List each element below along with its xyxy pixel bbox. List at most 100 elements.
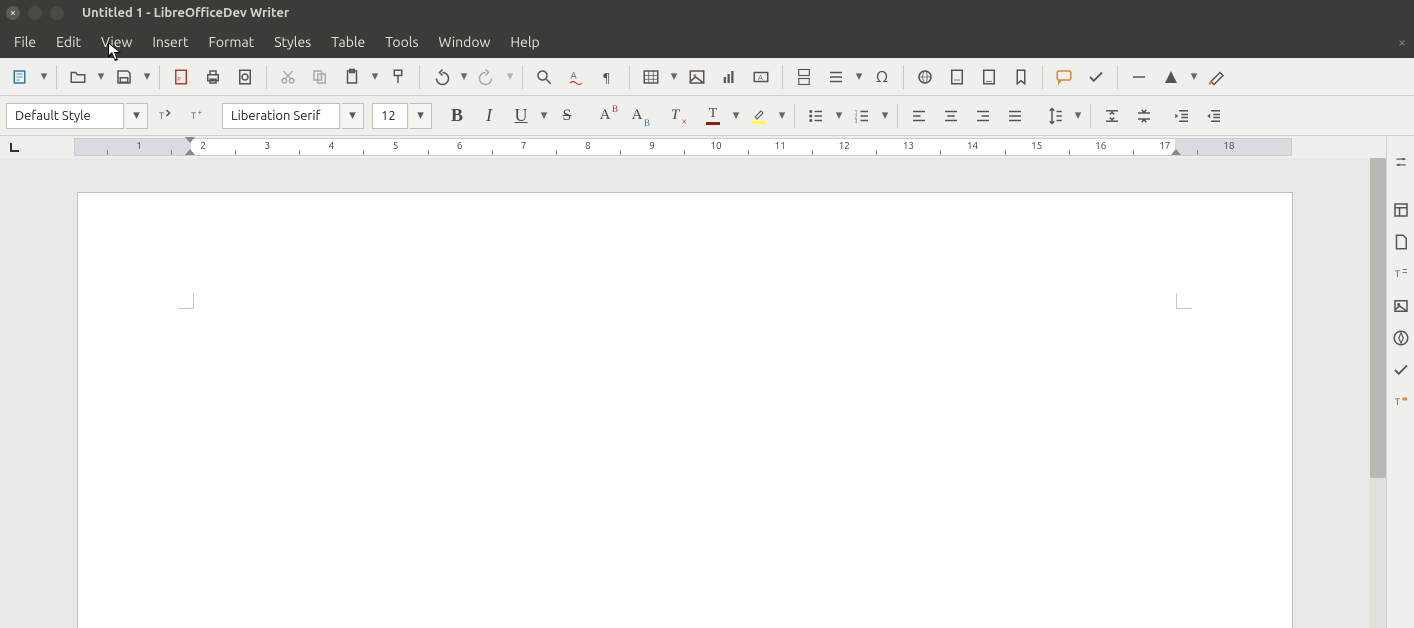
insert-table-dropdown[interactable]: ▾ (668, 69, 680, 84)
spellcheck-button[interactable]: A (561, 63, 591, 91)
insert-table-button[interactable] (636, 63, 666, 91)
scrollbar-thumb[interactable] (1370, 158, 1386, 478)
insert-line-button[interactable] (1124, 63, 1154, 91)
align-justify-button[interactable] (1000, 102, 1030, 130)
highlight-color-dropdown[interactable]: ▾ (776, 108, 788, 123)
insert-bookmark-button[interactable] (1006, 63, 1036, 91)
align-right-button[interactable] (968, 102, 998, 130)
sidebar-styles-button[interactable]: T (1389, 262, 1413, 286)
sidebar-gallery-button[interactable] (1389, 294, 1413, 318)
document-workspace[interactable] (0, 158, 1370, 628)
sidebar-design-button[interactable]: T (1389, 390, 1413, 414)
window-maximize-button[interactable] (50, 6, 64, 20)
basic-shapes-dropdown[interactable]: ▾ (1188, 69, 1200, 84)
close-document-button[interactable]: × (1398, 34, 1406, 50)
show-draw-functions-button[interactable] (1202, 63, 1232, 91)
line-spacing-button[interactable] (1040, 102, 1070, 130)
find-replace-button[interactable] (529, 63, 559, 91)
decrease-indent-button[interactable] (1199, 102, 1229, 130)
menu-styles[interactable]: Styles (264, 28, 321, 56)
basic-shapes-button[interactable] (1156, 63, 1186, 91)
align-center-button[interactable] (936, 102, 966, 130)
strikethrough-button[interactable]: S (552, 102, 582, 130)
horizontal-ruler[interactable]: 123456789101112131415161718 (74, 138, 1292, 156)
subscript-button[interactable]: AB (622, 102, 652, 130)
menu-window[interactable]: Window (429, 28, 501, 56)
insert-hyperlink-button[interactable] (910, 63, 940, 91)
font-name-combo[interactable]: Liberation Serif (222, 103, 340, 129)
formatting-marks-button[interactable]: ¶ (593, 63, 623, 91)
font-size-combo[interactable]: 12 (372, 103, 408, 129)
menu-table[interactable]: Table (321, 28, 375, 56)
menu-edit[interactable]: Edit (46, 28, 91, 56)
sidebar-settings-button[interactable] (1389, 150, 1413, 174)
font-name-dropdown[interactable]: ▾ (342, 103, 364, 129)
insert-textbox-button[interactable]: A (746, 63, 776, 91)
redo-dropdown[interactable]: ▾ (504, 69, 516, 84)
save-dropdown[interactable]: ▾ (141, 69, 153, 84)
italic-button[interactable]: I (474, 102, 504, 130)
increase-para-spacing-button[interactable] (1097, 102, 1127, 130)
menu-format[interactable]: Format (199, 28, 265, 56)
font-color-button[interactable]: T (698, 102, 728, 130)
underline-button[interactable]: U (506, 102, 536, 130)
redo-button[interactable] (472, 63, 502, 91)
underline-dropdown[interactable]: ▾ (538, 108, 550, 123)
undo-dropdown[interactable]: ▾ (458, 69, 470, 84)
new-document-button[interactable] (6, 63, 36, 91)
insert-special-char-button[interactable]: Ω (867, 63, 897, 91)
font-color-dropdown[interactable]: ▾ (730, 108, 742, 123)
open-dropdown[interactable]: ▾ (95, 69, 107, 84)
clear-formatting-button[interactable]: T× (660, 102, 690, 130)
insert-comment-button[interactable] (1049, 63, 1079, 91)
insert-endnote-button[interactable] (974, 63, 1004, 91)
bullet-list-dropdown[interactable]: ▾ (833, 108, 845, 123)
save-button[interactable] (109, 63, 139, 91)
sidebar-properties-button[interactable] (1389, 198, 1413, 222)
bold-button[interactable]: B (442, 102, 472, 130)
menu-help[interactable]: Help (500, 28, 549, 56)
insert-page-break-button[interactable] (789, 63, 819, 91)
window-close-button[interactable]: × (6, 6, 20, 20)
cut-button[interactable] (273, 63, 303, 91)
paragraph-style-dropdown[interactable]: ▾ (126, 103, 148, 129)
document-page[interactable] (77, 192, 1293, 628)
paste-dropdown[interactable]: ▾ (369, 69, 381, 84)
tab-stop-type-button[interactable] (8, 140, 22, 154)
window-minimize-button[interactable] (28, 6, 42, 20)
superscript-button[interactable]: AB (590, 102, 620, 130)
bullet-list-button[interactable] (801, 102, 831, 130)
menu-view[interactable]: View (91, 28, 142, 56)
align-left-button[interactable] (904, 102, 934, 130)
numbered-list-dropdown[interactable]: ▾ (879, 108, 891, 123)
new-document-dropdown[interactable]: ▾ (38, 69, 50, 84)
decrease-para-spacing-button[interactable] (1129, 102, 1159, 130)
insert-field-button[interactable] (821, 63, 851, 91)
undo-button[interactable] (426, 63, 456, 91)
open-button[interactable] (63, 63, 93, 91)
paragraph-style-combo[interactable]: Default Style (6, 103, 124, 129)
vertical-scrollbar[interactable] (1370, 158, 1386, 628)
increase-indent-button[interactable] (1167, 102, 1197, 130)
font-size-dropdown[interactable]: ▾ (410, 103, 432, 129)
paste-button[interactable] (337, 63, 367, 91)
export-pdf-button[interactable]: P (166, 63, 196, 91)
insert-chart-button[interactable] (714, 63, 744, 91)
insert-image-button[interactable] (682, 63, 712, 91)
menu-insert[interactable]: Insert (142, 28, 198, 56)
print-button[interactable] (198, 63, 228, 91)
numbered-list-button[interactable]: 123 (847, 102, 877, 130)
new-style-button[interactable]: T+ (182, 102, 212, 130)
first-line-indent-marker[interactable] (185, 137, 195, 147)
menu-tools[interactable]: Tools (375, 28, 428, 56)
sidebar-page-button[interactable] (1389, 230, 1413, 254)
print-preview-button[interactable] (230, 63, 260, 91)
update-style-button[interactable]: T (150, 102, 180, 130)
highlight-color-button[interactable] (744, 102, 774, 130)
sidebar-navigator-button[interactable] (1389, 326, 1413, 350)
copy-button[interactable] (305, 63, 335, 91)
track-changes-button[interactable] (1081, 63, 1111, 91)
insert-field-dropdown[interactable]: ▾ (853, 69, 865, 84)
menu-file[interactable]: File (4, 28, 46, 56)
clone-formatting-button[interactable] (383, 63, 413, 91)
